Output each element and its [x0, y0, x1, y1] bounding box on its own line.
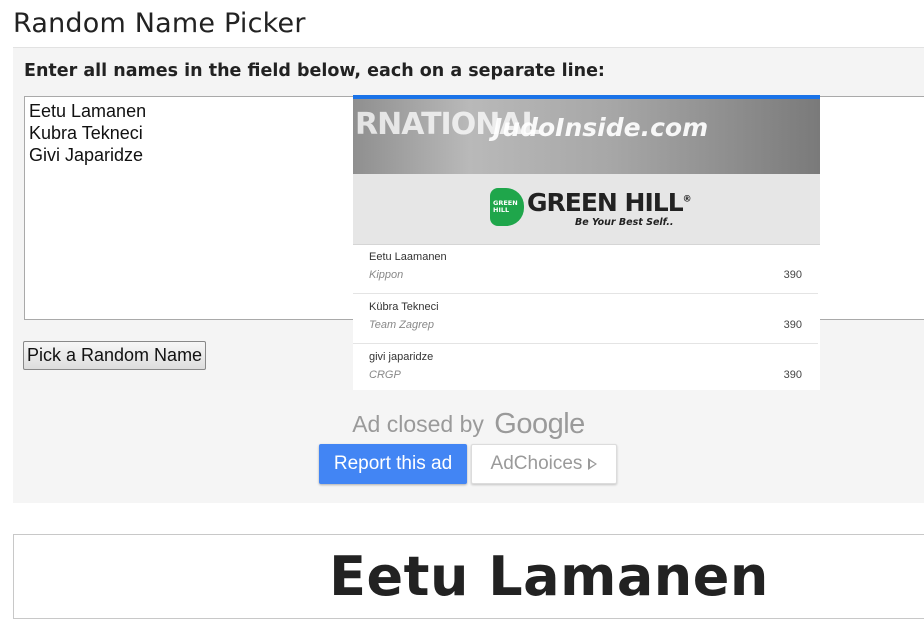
ad-banner: RNATIONAL JudoInside.com [353, 99, 820, 174]
ad-list-item: Eetu Laamanen Kippon 390 [353, 244, 818, 294]
ad-row-name: Kübra Tekneci [369, 301, 439, 313]
ad-sponsor: GREEN HILL GREEN HILL® Be Your Best Self.… [353, 174, 820, 245]
pick-random-name-button[interactable]: Pick a Random Name [23, 341, 207, 370]
adchoices-icon [588, 458, 598, 470]
ad-row-team: Team Zagrep [369, 319, 435, 331]
ad-row-points: 390 [783, 369, 802, 381]
ad-image-overlay[interactable]: RNATIONAL JudoInside.com GREEN HILL GREEN… [353, 95, 820, 390]
ad-closed-prefix: Ad closed by [352, 411, 484, 437]
picked-name: Eetu Lamanen [329, 545, 769, 608]
ad-list-item: givi japaridze CRGP 390 [353, 344, 818, 390]
google-logo: Google [494, 408, 585, 440]
ad-site-name: JudoInside.com [493, 113, 709, 142]
report-ad-button[interactable]: Report this ad [319, 444, 467, 484]
green-hill-brand: GREEN HILL® [527, 188, 692, 217]
ad-row-points: 390 [783, 319, 802, 331]
ad-ranking-list: Eetu Laamanen Kippon 390 Kübra Tekneci T… [353, 244, 818, 390]
ad-row-name: givi japaridze [369, 351, 434, 363]
green-hill-tagline: Be Your Best Self.. [575, 217, 674, 228]
green-hill-logo-text: GREEN HILL [493, 199, 518, 214]
ad-row-team: Kippon [369, 269, 404, 281]
adchoices-button[interactable]: AdChoices [471, 444, 617, 484]
result-box: Eetu Lamanen [13, 534, 924, 619]
ad-row-points: 390 [783, 269, 802, 281]
ad-closed-message: Ad closed by Google [13, 408, 924, 441]
ad-closed-bar: Ad closed by Google Report this ad AdCho… [13, 390, 924, 503]
ad-row-team: CRGP [369, 369, 401, 381]
ad-list-item: Kübra Tekneci Team Zagrep 390 [353, 294, 818, 344]
page-title: Random Name Picker [13, 8, 306, 39]
adchoices-label: AdChoices [490, 453, 583, 474]
instructions-label: Enter all names in the field below, each… [24, 61, 605, 81]
ad-row-name: Eetu Laamanen [369, 251, 447, 263]
